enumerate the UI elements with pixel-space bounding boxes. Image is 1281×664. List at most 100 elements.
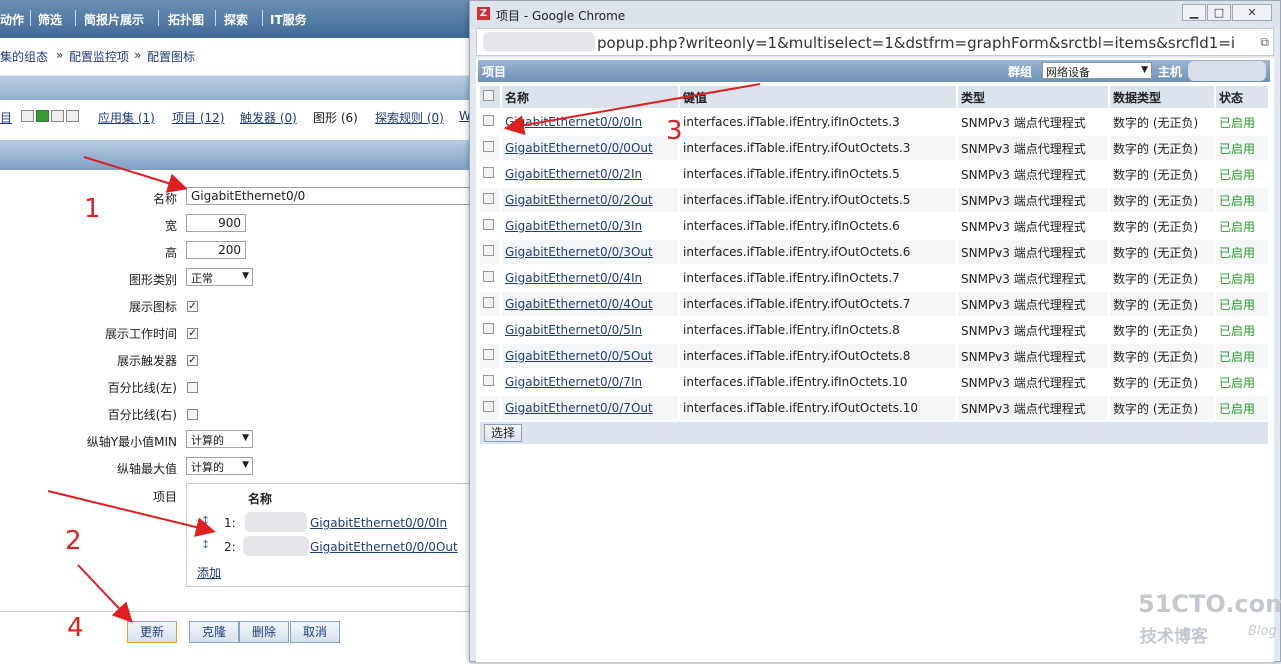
- row-checkbox[interactable]: [483, 401, 494, 412]
- maximize-icon[interactable]: □: [1207, 4, 1231, 21]
- column-header-data-type[interactable]: 数据类型: [1110, 86, 1214, 108]
- percentile-right-checkbox[interactable]: [187, 409, 198, 420]
- minimize-icon[interactable]: ▁: [1182, 4, 1206, 21]
- menu-item-discovery[interactable]: 探索: [224, 11, 248, 28]
- item-name-link[interactable]: GigabitEthernet0/0/3In: [505, 219, 642, 233]
- page-action-icon[interactable]: ⧉: [1260, 35, 1269, 50]
- item-name-link[interactable]: GigabitEthernet0/0/7Out: [505, 401, 653, 415]
- item-name-link[interactable]: GigabitEthernet0/0/0Out: [505, 141, 653, 155]
- menu-item-filter[interactable]: 筛选: [38, 11, 62, 28]
- subnav-item[interactable]: 目: [0, 109, 12, 126]
- items-table: 名称 键值 类型 数据类型 状态 GigabitEthernet0/0/0In …: [478, 84, 1270, 422]
- add-item-link[interactable]: 添加: [197, 564, 221, 581]
- item-status: 已启用: [1216, 396, 1268, 420]
- graph-item-link[interactable]: GigabitEthernet0/0/0Out: [310, 540, 458, 554]
- item-key: interfaces.ifTable.ifEntry.ifInOctets.8: [680, 318, 956, 342]
- item-key: interfaces.ifTable.ifEntry.ifOutOctets.8: [680, 344, 956, 368]
- table-row: GigabitEthernet0/0/5In interfaces.ifTabl…: [480, 318, 1268, 342]
- select-all-checkbox[interactable]: [483, 90, 494, 101]
- menu-item-slides[interactable]: 简报片展示: [84, 11, 144, 28]
- row-checkbox[interactable]: [483, 245, 494, 256]
- graph-item-link[interactable]: GigabitEthernet0/0/0In: [310, 516, 447, 530]
- ymax-select[interactable]: 计算的: [186, 457, 253, 475]
- name-input[interactable]: GigabitEthernet0/0: [186, 187, 470, 205]
- blurred-host: [1188, 61, 1266, 81]
- drag-handle-icon[interactable]: ↕: [201, 514, 210, 527]
- row-checkbox[interactable]: [483, 349, 494, 360]
- item-status: 已启用: [1216, 292, 1268, 316]
- drag-handle-icon[interactable]: ↕: [201, 538, 210, 551]
- select-bar: 选择: [480, 422, 1268, 444]
- subnav-items[interactable]: 项目 (12): [172, 109, 224, 126]
- item-type: SNMPv3 端点代理程式: [958, 266, 1108, 290]
- top-menu: 动作 筛选 简报片展示 拓扑图 探索 IT服务: [0, 0, 470, 38]
- item-name-link[interactable]: GigabitEthernet0/0/2In: [505, 167, 642, 181]
- cancel-button[interactable]: 取消: [290, 621, 340, 643]
- menu-item-actions[interactable]: 动作: [0, 11, 24, 28]
- row-checkbox[interactable]: [483, 375, 494, 386]
- zabbix-favicon-icon: Z: [477, 7, 490, 20]
- header-select-all[interactable]: [480, 86, 500, 108]
- status-ipmi-icon: [66, 110, 79, 122]
- item-key: interfaces.ifTable.ifEntry.ifOutOctets.3: [680, 136, 956, 160]
- window-title: 项目 - Google Chrome: [496, 9, 626, 23]
- address-bar[interactable]: popup.php?writeonly=1&multiselect=1&dstf…: [476, 28, 1274, 56]
- delete-button[interactable]: 删除: [239, 621, 289, 643]
- item-status: 已启用: [1216, 344, 1268, 368]
- row-checkbox[interactable]: [483, 193, 494, 204]
- column-header-name[interactable]: 名称: [502, 86, 678, 108]
- item-name-link[interactable]: GigabitEthernet0/0/4Out: [505, 297, 653, 311]
- row-checkbox[interactable]: [483, 167, 494, 178]
- item-type: SNMPv3 端点代理程式: [958, 162, 1108, 186]
- row-checkbox[interactable]: [483, 141, 494, 152]
- table-row: GigabitEthernet0/0/3Out interfaces.ifTab…: [480, 240, 1268, 264]
- row-checkbox[interactable]: [483, 115, 494, 126]
- row-checkbox[interactable]: [483, 297, 494, 308]
- column-header-status[interactable]: 状态: [1216, 86, 1268, 108]
- ymax-label: 纵轴最大值: [116, 462, 177, 476]
- menu-separator: [262, 10, 263, 26]
- height-input[interactable]: 200: [186, 241, 246, 259]
- ymin-select[interactable]: 计算的: [186, 430, 253, 448]
- item-data-type: 数字的 (无正负): [1110, 188, 1214, 212]
- breadcrumb-item[interactable]: 集的组态: [0, 48, 48, 65]
- subnav-graphs: 图形 (6): [313, 111, 358, 125]
- item-name-link[interactable]: GigabitEthernet0/0/0In: [505, 115, 642, 129]
- column-header-key[interactable]: 键值: [680, 86, 956, 108]
- width-input[interactable]: 900: [186, 214, 246, 232]
- subnav-triggers[interactable]: 触发器 (0): [240, 109, 297, 126]
- percentile-right-label: 百分比线(右): [107, 408, 177, 422]
- show-worktime-checkbox[interactable]: ✓: [187, 328, 198, 339]
- subnav-applications[interactable]: 应用集 (1): [98, 109, 155, 126]
- subnav-discovery[interactable]: 探索规则 (0): [375, 109, 444, 126]
- table-row: GigabitEthernet0/0/4Out interfaces.ifTab…: [480, 292, 1268, 316]
- select-button[interactable]: 选择: [484, 424, 523, 442]
- menu-item-maps[interactable]: 拓扑图: [168, 11, 204, 28]
- percentile-left-checkbox[interactable]: [187, 382, 198, 393]
- close-icon[interactable]: ✕: [1232, 4, 1272, 21]
- item-name-link[interactable]: GigabitEthernet0/0/3Out: [505, 245, 653, 259]
- breadcrumb-item[interactable]: 配置图标: [147, 48, 195, 65]
- graph-type-select[interactable]: 正常: [186, 268, 253, 286]
- item-name-link[interactable]: GigabitEthernet0/0/5Out: [505, 349, 653, 363]
- menu-item-it-services[interactable]: IT服务: [270, 11, 307, 28]
- item-name-link[interactable]: GigabitEthernet0/0/4In: [505, 271, 642, 285]
- height-label: 高: [164, 246, 177, 260]
- group-select[interactable]: 网络设备: [1042, 62, 1152, 79]
- clone-button[interactable]: 克隆: [189, 621, 239, 643]
- update-button[interactable]: 更新: [127, 621, 177, 643]
- show-legend-checkbox[interactable]: ✓: [187, 301, 198, 312]
- item-name-link[interactable]: GigabitEthernet0/0/5In: [505, 323, 642, 337]
- column-header-type[interactable]: 类型: [958, 86, 1108, 108]
- breadcrumb-item[interactable]: 配置监控项: [69, 48, 129, 65]
- status-z-icon: [21, 110, 34, 122]
- show-triggers-checkbox[interactable]: ✓: [187, 355, 198, 366]
- row-checkbox[interactable]: [483, 323, 494, 334]
- item-name-link[interactable]: GigabitEthernet0/0/2Out: [505, 193, 653, 207]
- item-type: SNMPv3 端点代理程式: [958, 292, 1108, 316]
- background-page: 动作 筛选 简报片展示 拓扑图 探索 IT服务 集的组态 » 配置监控项 » 配…: [0, 0, 470, 664]
- table-row: GigabitEthernet0/0/4In interfaces.ifTabl…: [480, 266, 1268, 290]
- row-checkbox[interactable]: [483, 271, 494, 282]
- item-name-link[interactable]: GigabitEthernet0/0/7In: [505, 375, 642, 389]
- row-checkbox[interactable]: [483, 219, 494, 230]
